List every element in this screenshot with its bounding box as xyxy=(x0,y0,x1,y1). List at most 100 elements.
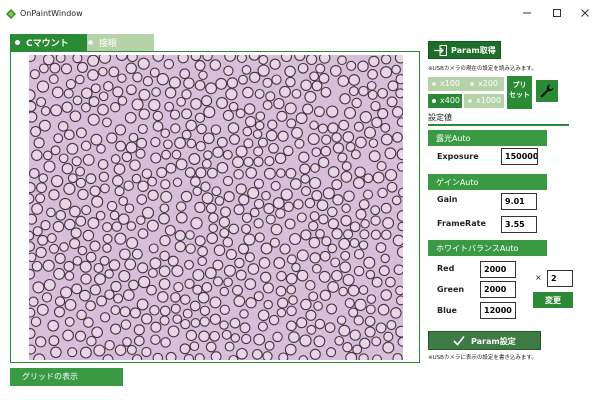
blood-cell xyxy=(336,315,347,325)
blood-cell xyxy=(212,146,224,158)
blood-cell xyxy=(372,354,382,360)
blood-cell xyxy=(342,342,353,353)
magnification-x400[interactable]: x400 xyxy=(428,94,462,108)
blood-cell xyxy=(199,305,211,316)
blood-cell xyxy=(393,264,403,276)
param-set-button[interactable]: Param設定 xyxy=(428,331,541,350)
blood-cell xyxy=(241,65,252,75)
blood-cell xyxy=(53,267,66,280)
blood-cell xyxy=(354,298,367,311)
gain-auto-header[interactable]: ゲインAuto xyxy=(428,174,547,190)
magnification-x200[interactable]: x200 xyxy=(466,77,504,91)
close-icon[interactable] xyxy=(578,6,592,20)
blood-cell xyxy=(74,330,87,342)
blood-cell xyxy=(300,298,312,311)
blood-cell xyxy=(276,307,287,318)
blood-cell xyxy=(370,205,381,216)
minimize-icon[interactable] xyxy=(520,6,534,20)
blood-cell xyxy=(35,246,47,259)
blood-cell xyxy=(239,309,249,319)
blood-cell xyxy=(85,173,97,185)
blood-cell xyxy=(205,202,217,214)
multiplier-input[interactable]: 2 xyxy=(547,270,573,287)
blood-cell xyxy=(149,257,162,270)
blood-cell xyxy=(194,353,205,360)
blood-cell xyxy=(99,312,111,323)
red-input[interactable]: 2000 xyxy=(480,261,516,278)
blood-cell xyxy=(255,111,266,122)
blood-cell xyxy=(284,343,297,356)
preset-button[interactable]: プリ セット xyxy=(507,76,532,109)
blood-cell xyxy=(33,137,45,149)
blood-cell xyxy=(263,167,276,180)
blood-cell xyxy=(72,95,83,106)
blood-cell xyxy=(189,341,200,352)
blue-input[interactable]: 12000 xyxy=(480,302,516,319)
blood-cell xyxy=(63,182,76,195)
blood-cell xyxy=(271,74,282,85)
image-viewer[interactable] xyxy=(10,51,420,363)
magnification-x100[interactable]: x100 xyxy=(428,77,466,91)
gain-input[interactable]: 9.01 xyxy=(501,193,537,210)
blood-cell xyxy=(63,260,75,272)
blood-cell xyxy=(72,55,83,64)
tab-c-mount[interactable]: Cマウント xyxy=(10,34,87,51)
blood-cell xyxy=(99,183,110,194)
blood-cell xyxy=(103,81,114,92)
blood-cell xyxy=(247,186,260,200)
tab-eyepiece[interactable]: 接眼 xyxy=(83,34,154,51)
blood-cell xyxy=(192,268,205,282)
blood-cell xyxy=(378,265,390,277)
blood-cell xyxy=(77,188,89,201)
blood-cell xyxy=(311,80,323,92)
blood-cell xyxy=(377,108,389,120)
blood-cell xyxy=(86,335,97,347)
green-input[interactable]: 2000 xyxy=(480,281,516,298)
blood-cell xyxy=(337,75,350,87)
blood-cell xyxy=(376,161,387,172)
blood-cell xyxy=(67,347,78,358)
blood-cell xyxy=(89,240,101,252)
blood-cell xyxy=(235,145,248,158)
blood-cell xyxy=(201,192,214,205)
blood-cell xyxy=(355,208,367,220)
blood-cell xyxy=(251,349,263,360)
blood-cell xyxy=(110,154,121,164)
blood-cell xyxy=(174,137,187,149)
blood-cell xyxy=(235,269,247,281)
param-get-button[interactable]: Param取得 xyxy=(428,41,501,59)
blood-cell xyxy=(235,183,247,195)
blood-cell xyxy=(304,197,316,209)
blood-cell xyxy=(128,279,139,291)
framerate-input[interactable]: 3.55 xyxy=(501,216,537,233)
blood-cell xyxy=(242,86,254,99)
exposure-auto-header[interactable]: 露光Auto xyxy=(428,130,547,146)
magnification-x1000[interactable]: x1000 xyxy=(464,94,504,108)
blood-cell xyxy=(167,325,180,338)
exposure-input[interactable]: 150000.0 xyxy=(501,148,538,165)
wrench-settings-button[interactable] xyxy=(536,80,558,102)
grid-toggle-button[interactable]: グリッドの表示 xyxy=(10,368,123,386)
blood-cell xyxy=(392,132,403,143)
white-balance-auto-header[interactable]: ホワイトバランスAuto xyxy=(428,240,547,256)
maximize-icon[interactable] xyxy=(550,6,564,20)
blood-cell xyxy=(322,187,335,200)
blood-cell xyxy=(197,256,208,267)
blood-cell xyxy=(380,66,393,79)
blood-cell xyxy=(368,55,380,68)
blood-cell xyxy=(242,126,253,137)
blood-cell xyxy=(397,336,403,347)
blood-cell xyxy=(286,118,297,129)
blood-cell xyxy=(317,123,328,134)
blood-cell xyxy=(228,101,239,112)
blood-cell xyxy=(377,87,388,99)
blood-cell xyxy=(236,55,247,63)
change-button[interactable]: 変更 xyxy=(533,292,573,308)
blood-cell xyxy=(189,300,201,312)
blood-cell xyxy=(213,244,226,257)
blood-cell xyxy=(48,189,60,201)
microscope-image xyxy=(29,55,403,360)
blood-cell xyxy=(106,132,118,144)
blood-cell xyxy=(47,319,60,332)
blood-cell xyxy=(300,186,312,197)
